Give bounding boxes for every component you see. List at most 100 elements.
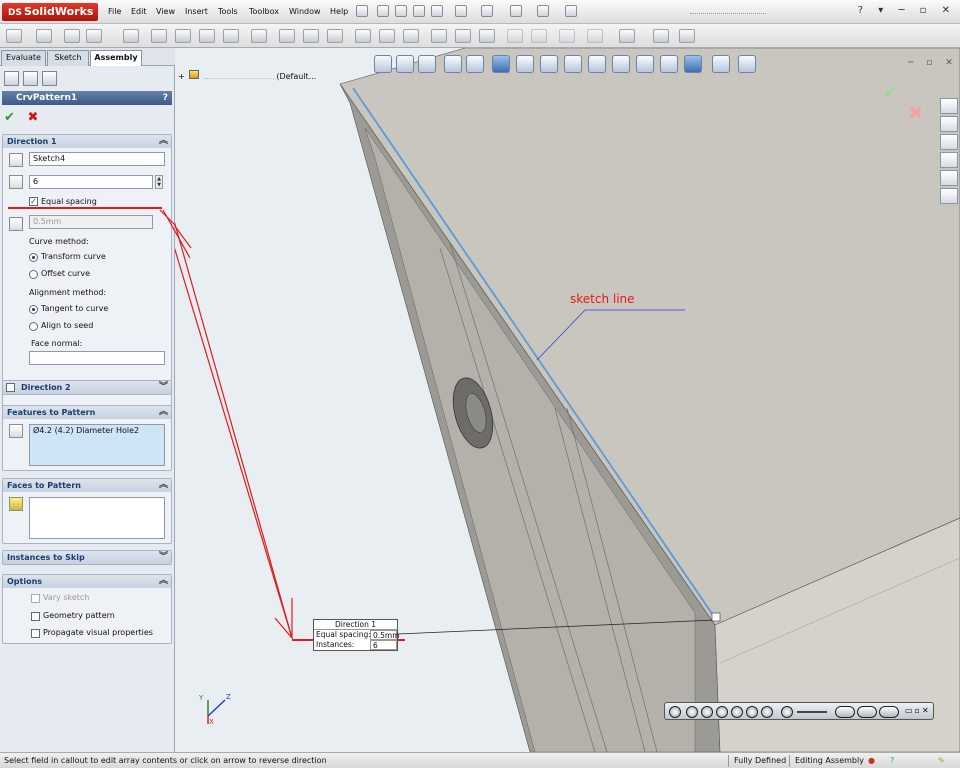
- features-list[interactable]: Ø4.2 (4.2) Diameter Hole2: [29, 424, 165, 466]
- menu-insert[interactable]: Insert: [185, 7, 208, 16]
- hide-show-icon[interactable]: [479, 29, 495, 43]
- explode-line-icon[interactable]: [279, 29, 295, 43]
- stop-icon[interactable]: [746, 706, 758, 718]
- resources-home-icon[interactable]: [940, 98, 958, 114]
- help-icon[interactable]: ?: [163, 91, 168, 105]
- notification-icon[interactable]: ✎: [938, 753, 945, 768]
- playback-slider[interactable]: [797, 711, 827, 713]
- instances-field[interactable]: 6: [29, 175, 153, 189]
- spacing-field[interactable]: 0.5mm: [29, 215, 153, 229]
- options-header[interactable]: Options ︽: [3, 575, 171, 588]
- equal-spacing-checkbox[interactable]: ✓: [29, 197, 38, 206]
- fast-forward-icon[interactable]: [761, 706, 773, 718]
- instances-to-skip-header[interactable]: Instances to Skip ︾: [3, 551, 171, 564]
- player-window-controls[interactable]: ▭▫✕: [905, 706, 931, 715]
- callout-instances-value[interactable]: 6: [370, 640, 397, 650]
- snapshot-icon[interactable]: [531, 29, 547, 43]
- direction2-checkbox[interactable]: [6, 383, 15, 392]
- offset-curve-radio[interactable]: [29, 270, 38, 279]
- new-from-template-icon[interactable]: [395, 5, 407, 17]
- smart-mates-icon[interactable]: [6, 29, 22, 43]
- clearance-icon[interactable]: [327, 29, 343, 43]
- rewind-icon[interactable]: [686, 706, 698, 718]
- file-explorer-icon[interactable]: [940, 134, 958, 150]
- hidden-lines-icon[interactable]: [636, 55, 654, 73]
- confirm-corner-ok-icon[interactable]: ✔: [883, 82, 898, 103]
- menu-view[interactable]: View: [156, 7, 175, 16]
- explode-icon[interactable]: [251, 29, 267, 43]
- save-icon[interactable]: [455, 5, 467, 17]
- menu-help[interactable]: Help: [330, 7, 348, 16]
- transform-curve-radio[interactable]: [29, 253, 38, 262]
- menu-toolbox[interactable]: Toolbox: [249, 7, 279, 16]
- list-item[interactable]: Ø4.2 (4.2) Diameter Hole2: [33, 425, 164, 437]
- loop-icon[interactable]: [835, 706, 855, 718]
- zoom-icon[interactable]: [564, 55, 582, 73]
- window-controls[interactable]: ? ▾ ─ ▫ ✕: [858, 5, 956, 16]
- faces-list[interactable]: [29, 497, 165, 539]
- menu-edit[interactable]: Edit: [131, 7, 147, 16]
- geometry-pattern-checkbox[interactable]: [31, 612, 40, 621]
- rotate-view-icon[interactable]: [588, 55, 606, 73]
- feature-tree-root[interactable]: + (Default...: [178, 70, 316, 81]
- cancel-x-icon[interactable]: ✖: [27, 110, 38, 125]
- vary-sketch-checkbox[interactable]: [31, 594, 40, 603]
- measure-icon[interactable]: [587, 29, 603, 43]
- weld-bead-icon[interactable]: [619, 29, 635, 43]
- interference-icon[interactable]: [303, 29, 319, 43]
- appearances-icon[interactable]: [940, 170, 958, 186]
- print-icon[interactable]: [481, 5, 493, 17]
- shaded-icon[interactable]: [684, 55, 702, 73]
- direction2-header[interactable]: Direction 2 ︾: [3, 381, 171, 394]
- menu-tools[interactable]: Tools: [218, 7, 238, 16]
- options-icon[interactable]: [510, 5, 522, 17]
- menu-window[interactable]: Window: [289, 7, 321, 16]
- new-document-icon[interactable]: [377, 5, 389, 17]
- scene-icon[interactable]: [738, 55, 756, 73]
- collapse-chevron-icon[interactable]: ︽: [159, 479, 168, 492]
- viewport-layout-icon[interactable]: [396, 55, 414, 73]
- view-palette-icon[interactable]: [940, 152, 958, 168]
- view-orientation-icon[interactable]: [374, 55, 392, 73]
- play-button-icon[interactable]: [716, 706, 728, 718]
- tab-sketch[interactable]: Sketch: [47, 50, 89, 66]
- wireframe-icon[interactable]: [660, 55, 678, 73]
- zoom-to-fit-icon[interactable]: [444, 55, 462, 73]
- play-icon[interactable]: [64, 29, 80, 43]
- undo-icon[interactable]: [537, 5, 549, 17]
- instances-spinner[interactable]: ▲ ▼: [155, 175, 163, 189]
- hole-series-icon[interactable]: [355, 29, 371, 43]
- mate-icon[interactable]: [123, 29, 139, 43]
- graphics-viewport[interactable]: ─ ▫ ✕: [175, 48, 960, 752]
- expand-chevron-icon[interactable]: ︾: [159, 551, 168, 564]
- save-animation-icon[interactable]: [879, 706, 899, 718]
- zoom-area-icon[interactable]: [466, 55, 484, 73]
- faces-to-pattern-header[interactable]: Faces to Pattern ︽: [3, 479, 171, 492]
- align-to-seed-radio[interactable]: [29, 322, 38, 331]
- tab-assembly[interactable]: Assembly: [90, 50, 142, 66]
- direction1-header[interactable]: Direction 1 ︽: [3, 135, 171, 148]
- sum-icon[interactable]: [653, 29, 669, 43]
- help-status-icon[interactable]: ?: [890, 753, 894, 768]
- linear-pattern-icon[interactable]: [199, 29, 215, 43]
- tangent-to-curve-radio[interactable]: [29, 305, 38, 314]
- player-settings-icon[interactable]: [669, 706, 681, 718]
- insert-components-icon[interactable]: [86, 29, 102, 43]
- pan-icon[interactable]: [612, 55, 630, 73]
- pin-icon[interactable]: [356, 5, 368, 17]
- speed-icon[interactable]: [781, 706, 793, 718]
- expand-chevron-icon[interactable]: ︾: [159, 381, 168, 394]
- dynamic-annotation-icon[interactable]: [516, 55, 534, 73]
- ok-check-icon[interactable]: ✔: [4, 110, 15, 125]
- smart-fasteners-icon[interactable]: [223, 29, 239, 43]
- step-forward-icon[interactable]: [731, 706, 743, 718]
- solidworks-logo[interactable]: DS SolidWorks: [2, 3, 98, 21]
- menu-file[interactable]: File: [108, 7, 121, 16]
- design-library-icon[interactable]: [940, 116, 958, 132]
- configuration-manager-icon[interactable]: [42, 71, 57, 86]
- custom-properties-icon[interactable]: [940, 188, 958, 204]
- appearance-icon[interactable]: [712, 55, 730, 73]
- reference-geometry-icon[interactable]: [403, 29, 419, 43]
- property-manager-icon[interactable]: [23, 71, 38, 86]
- rebuild-status-icon[interactable]: ●: [868, 753, 875, 768]
